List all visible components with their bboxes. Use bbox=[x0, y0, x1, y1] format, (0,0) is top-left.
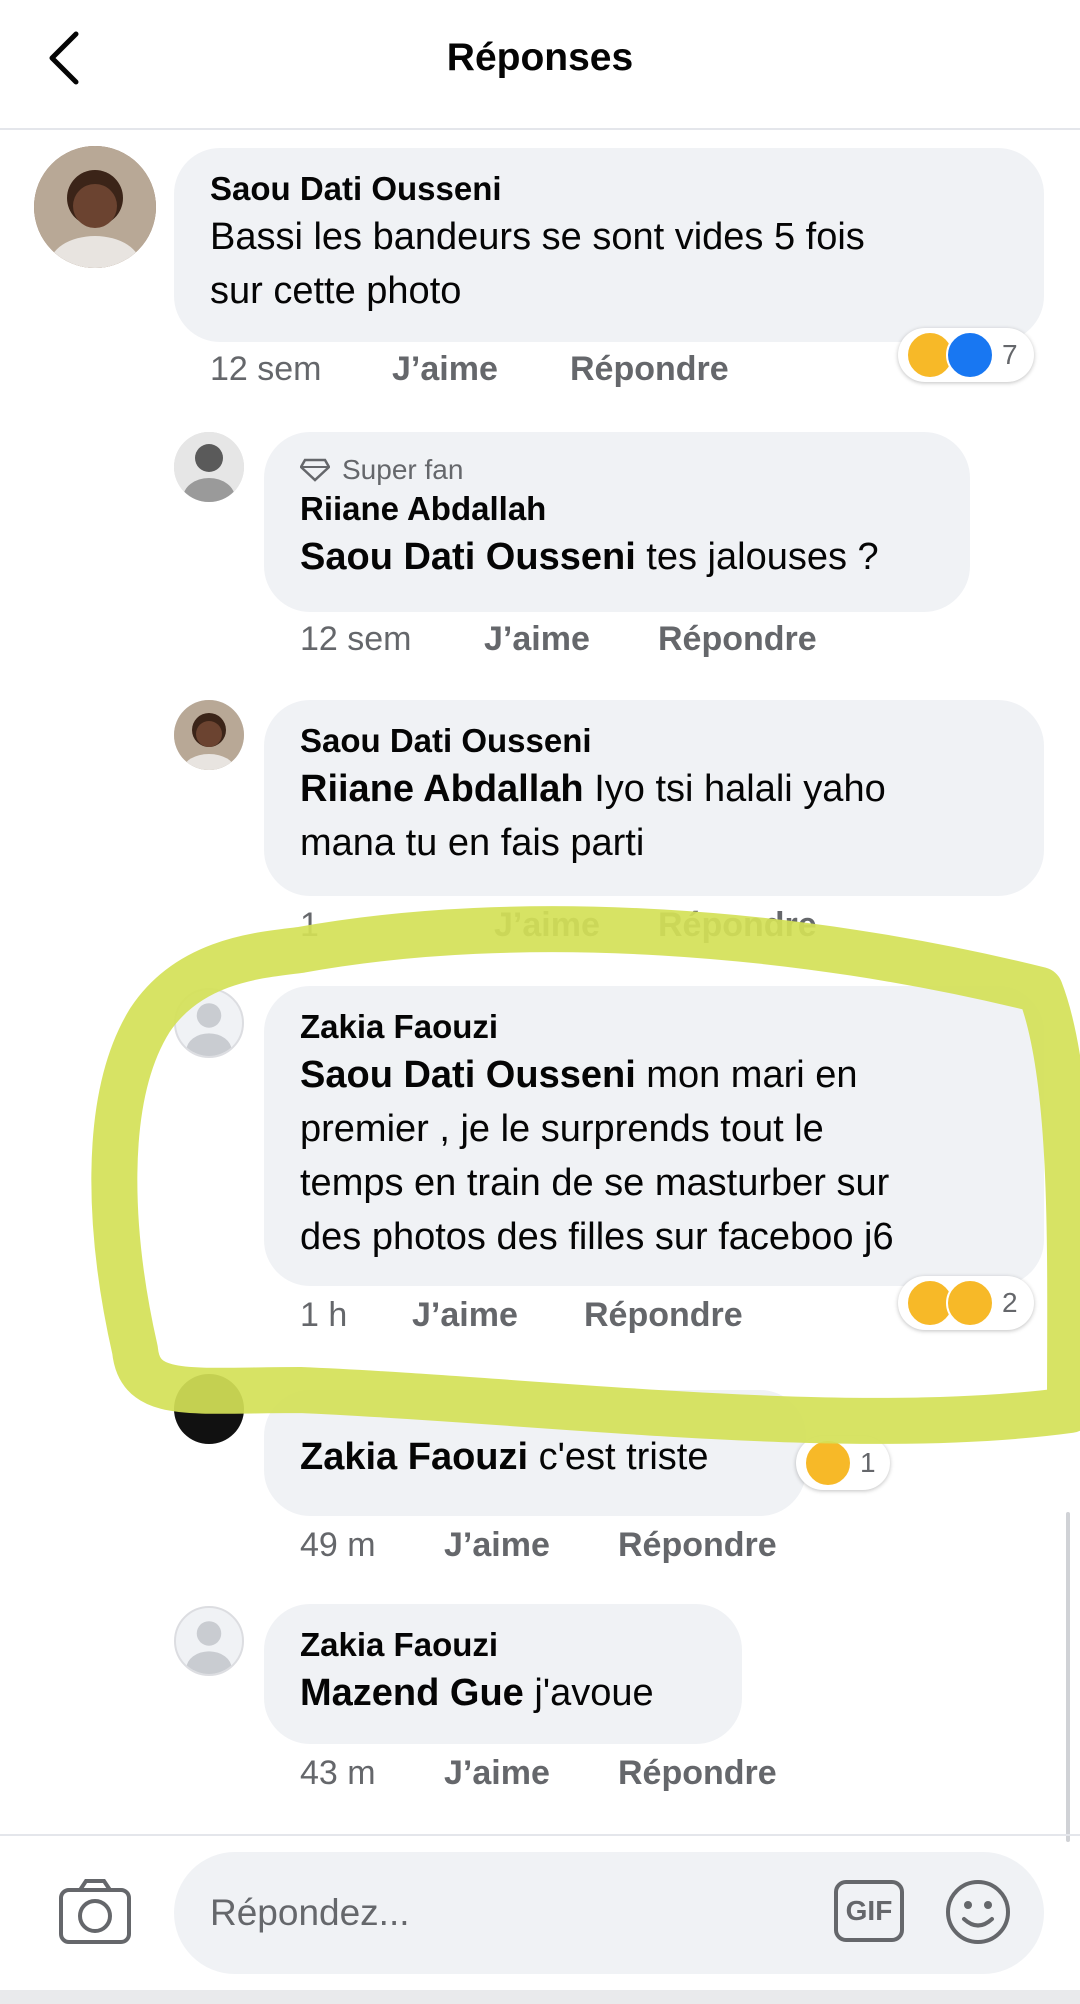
comment-text-line: c'est triste bbox=[528, 1436, 709, 1478]
mention[interactable]: Saou Dati Ousseni bbox=[300, 1054, 636, 1096]
comment-time[interactable]: 1 bbox=[300, 906, 494, 945]
reaction-count: 7 bbox=[1002, 339, 1018, 370]
avatar[interactable] bbox=[174, 432, 244, 502]
like-button[interactable]: J’aime bbox=[484, 620, 658, 659]
like-button[interactable]: J’aime bbox=[494, 906, 658, 945]
comment-actions: 49 m J’aime Répondre bbox=[300, 1526, 777, 1565]
mention[interactable]: Riiane Abdallah bbox=[300, 768, 584, 810]
comment-text-line: j'avoue bbox=[523, 1672, 654, 1714]
avatar[interactable] bbox=[174, 988, 244, 1058]
comment-text: Mazend Gue j'avoue bbox=[300, 1666, 706, 1720]
comment-text-line: mana tu en fais parti bbox=[300, 822, 645, 864]
comment-time[interactable]: 12 sem bbox=[210, 350, 392, 389]
comment-text-line: mon mari en bbox=[635, 1054, 858, 1096]
scrollbar[interactable] bbox=[1066, 1512, 1070, 1842]
reply-placeholder: Répondez... bbox=[210, 1892, 410, 1933]
avatar[interactable] bbox=[174, 1374, 244, 1444]
comment-actions: 43 m J’aime Répondre bbox=[300, 1754, 777, 1793]
comment-author[interactable]: Zakia Faouzi bbox=[300, 1624, 706, 1666]
comment-author[interactable]: Riiane Abdallah bbox=[300, 488, 934, 530]
top-bar: Réponses bbox=[0, 0, 1080, 130]
comment-bubble: Saou Dati Ousseni Bassi les bandeurs se … bbox=[174, 148, 1044, 342]
like-button[interactable]: J’aime bbox=[444, 1754, 618, 1793]
comment-text-line: des photos des filles sur faceboo j6 bbox=[300, 1216, 894, 1258]
comment-text-line: Iyo tsi halali yaho bbox=[583, 768, 886, 810]
comment-time[interactable]: 49 m bbox=[300, 1526, 444, 1565]
super-fan-badge: Super fan bbox=[300, 452, 934, 488]
avatar[interactable] bbox=[174, 1606, 244, 1676]
reply-input[interactable]: Répondez... GIF bbox=[174, 1852, 1044, 1974]
system-nav-bar bbox=[0, 1990, 1080, 2004]
comment-actions: 1 h J’aime Répondre bbox=[300, 1296, 743, 1335]
reply-button[interactable]: Répondre bbox=[570, 350, 729, 389]
gif-icon[interactable]: GIF bbox=[834, 1880, 904, 1942]
comment-time[interactable]: 43 m bbox=[300, 1754, 444, 1793]
comment-bubble: Zakia Faouzi Mazend Gue j'avoue bbox=[264, 1604, 742, 1744]
comment-text: Riiane Abdallah Iyo tsi halali yaho mana … bbox=[300, 762, 1008, 870]
diamond-icon bbox=[300, 458, 330, 482]
reply-button[interactable]: Répondre bbox=[618, 1754, 777, 1793]
comment-bubble: Zakia Faouzi c'est triste bbox=[264, 1390, 806, 1516]
like-button[interactable]: J’aime bbox=[444, 1526, 618, 1565]
comment-text: Saou Dati Ousseni tes jalouses ? bbox=[300, 530, 934, 584]
comment-time[interactable]: 12 sem bbox=[300, 620, 484, 659]
composer-divider bbox=[0, 1834, 1080, 1836]
reaction-count: 2 bbox=[1002, 1287, 1018, 1318]
reply-button[interactable]: Répondre bbox=[658, 906, 817, 945]
comment-text-line: premier , je le surprends tout le bbox=[300, 1108, 824, 1150]
comment-actions: 12 sem J’aime Répondre bbox=[210, 350, 729, 389]
comment-text-line: Bassi les bandeurs se sont vides 5 fois bbox=[210, 216, 865, 258]
reply-button[interactable]: Répondre bbox=[658, 620, 817, 659]
like-emoji-icon bbox=[946, 331, 994, 379]
sad-emoji-icon bbox=[804, 1439, 852, 1487]
comment-author[interactable]: Saou Dati Ousseni bbox=[210, 168, 1008, 210]
comment-author[interactable]: Zakia Faouzi bbox=[300, 1006, 1008, 1048]
comment-text: Saou Dati Ousseni mon mari en premier , j… bbox=[300, 1048, 1008, 1264]
reaction-summary[interactable]: 2 bbox=[898, 1276, 1034, 1330]
badge-label: Super fan bbox=[342, 454, 464, 485]
avatar[interactable] bbox=[174, 700, 244, 770]
mention[interactable]: Zakia Faouzi bbox=[300, 1436, 528, 1478]
comment-bubble: Zakia Faouzi Saou Dati Ousseni mon mari … bbox=[264, 986, 1044, 1286]
comment-text-line: sur cette photo bbox=[210, 270, 462, 312]
reaction-count: 1 bbox=[860, 1447, 876, 1478]
comment-actions: 12 sem J’aime Répondre bbox=[300, 620, 817, 659]
wow-emoji-icon bbox=[946, 1279, 994, 1327]
reply-button[interactable]: Répondre bbox=[618, 1526, 777, 1565]
comment-bubble: Super fan Riiane Abdallah Saou Dati Ouss… bbox=[264, 432, 970, 612]
comment-author[interactable]: Saou Dati Ousseni bbox=[300, 720, 1008, 762]
mention[interactable]: Mazend Gue bbox=[300, 1672, 524, 1714]
reaction-summary[interactable]: 1 bbox=[796, 1436, 890, 1490]
comment-text-line: tes jalouses ? bbox=[635, 536, 879, 578]
comment-bubble: Saou Dati Ousseni Riiane Abdallah Iyo ts… bbox=[264, 700, 1044, 896]
gif-label: GIF bbox=[845, 1895, 893, 1926]
camera-icon[interactable] bbox=[58, 1876, 132, 1946]
reply-button[interactable]: Répondre bbox=[584, 1296, 743, 1335]
comment-text: Bassi les bandeurs se sont vides 5 fois s… bbox=[210, 210, 1008, 318]
comment-text-line: temps en train de se masturber sur bbox=[300, 1162, 890, 1204]
comment-time[interactable]: 1 h bbox=[300, 1296, 412, 1335]
page-title: Réponses bbox=[446, 36, 634, 79]
like-button[interactable]: J’aime bbox=[412, 1296, 584, 1335]
reaction-summary[interactable]: 7 bbox=[898, 328, 1034, 382]
comment-text: Zakia Faouzi c'est triste bbox=[300, 1430, 770, 1484]
mention[interactable]: Saou Dati Ousseni bbox=[300, 536, 636, 578]
comment-actions: 1 J’aime Répondre bbox=[300, 906, 817, 945]
like-button[interactable]: J’aime bbox=[392, 350, 570, 389]
avatar[interactable] bbox=[34, 146, 156, 268]
smiley-icon[interactable] bbox=[944, 1878, 1012, 1946]
